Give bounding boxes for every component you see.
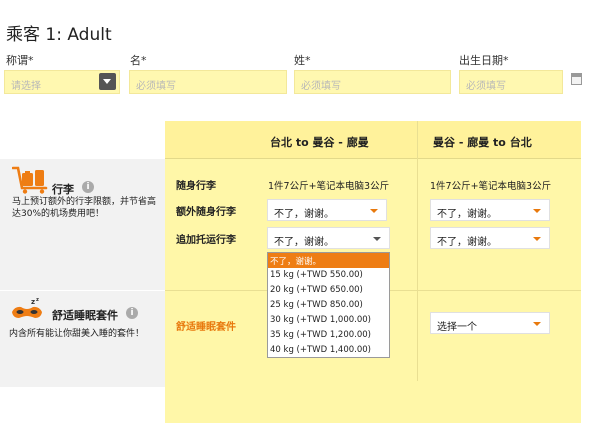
extra-carry-return-value: 不了，谢谢。: [437, 209, 497, 220]
comfort-kit-return-value: 选择一个: [437, 322, 477, 333]
carry-on-outbound: 1件7公斤+笔记本电脑3公斤: [268, 181, 390, 192]
chevron-down-icon: [533, 322, 541, 326]
dob-input[interactable]: 必须填写: [459, 70, 563, 94]
checked-bag-return-value: 不了，谢谢。: [437, 237, 497, 248]
last-name-placeholder: 必须填写: [301, 81, 341, 92]
chevron-down-icon: [533, 209, 541, 213]
extra-carry-outbound-value: 不了，谢谢。: [274, 209, 334, 220]
dropdown-option[interactable]: 不了，谢谢。: [268, 253, 389, 268]
first-name-placeholder: 必须填写: [136, 81, 176, 92]
comfort-kit-title: 舒适睡眠套件: [52, 309, 118, 322]
dropdown-option[interactable]: 20 kg (+TWD 650.00): [268, 283, 389, 298]
checked-bag-dropdown-list[interactable]: 不了，谢谢。 15 kg (+TWD 550.00) 20 kg (+TWD 6…: [267, 252, 390, 358]
comfort-kit-description: 内含所有能让你甜美入睡的套件！: [9, 329, 145, 339]
comfort-kit-row-label: 舒适睡眠套件: [176, 322, 236, 333]
first-name-label: 名*: [130, 54, 147, 67]
carry-on-label: 随身行李: [176, 181, 216, 192]
baggage-description: 马上预订额外的行李限额，并节省高达30%的机场费用吧！: [12, 197, 157, 219]
luggage-cart-icon: [11, 166, 48, 194]
extra-carry-return-select[interactable]: 不了，谢谢。: [430, 199, 550, 221]
dropdown-option[interactable]: 25 kg (+TWD 850.00): [268, 298, 389, 313]
column-divider: [417, 121, 418, 381]
sleep-mask-icon: z z: [11, 296, 43, 322]
chevron-down-icon: [373, 237, 381, 241]
category-divider: [0, 290, 165, 291]
last-name-input[interactable]: 必须填写: [294, 70, 451, 94]
calendar-icon[interactable]: [571, 73, 582, 85]
last-name-label: 姓*: [294, 54, 311, 67]
dob-placeholder: 必须填写: [466, 81, 506, 92]
chevron-down-icon: [370, 209, 378, 213]
checked-bag-label: 追加托运行李: [176, 235, 236, 246]
checked-bag-outbound-value: 不了，谢谢。: [274, 237, 334, 248]
baggage-title: 行李: [52, 183, 74, 196]
checked-bag-outbound-select[interactable]: 不了，谢谢。: [267, 227, 390, 249]
carry-on-return: 1件7公斤+笔记本电脑3公斤: [430, 181, 552, 192]
extra-carry-outbound-select[interactable]: 不了，谢谢。: [267, 199, 387, 221]
chevron-down-icon: [533, 237, 541, 241]
honorific-label: 称谓*: [6, 54, 34, 67]
return-column-header: 曼谷 - 廊曼 to 台北: [433, 136, 532, 149]
dropdown-option[interactable]: 30 kg (+TWD 1,000.00): [268, 313, 389, 328]
checked-bag-return-select[interactable]: 不了，谢谢。: [430, 227, 550, 249]
svg-text:z: z: [31, 298, 35, 306]
first-name-input[interactable]: 必须填写: [129, 70, 287, 94]
svg-text:z: z: [36, 297, 39, 303]
honorific-placeholder: 请选择: [11, 81, 41, 92]
extra-carry-label: 额外随身行李: [176, 207, 236, 218]
honorific-dropdown-icon[interactable]: [99, 73, 116, 90]
comfort-kit-return-select[interactable]: 选择一个: [430, 312, 550, 334]
dropdown-option[interactable]: 40 kg (+TWD 1,400.00): [268, 343, 389, 358]
dropdown-option[interactable]: 15 kg (+TWD 550.00): [268, 268, 389, 283]
dob-label: 出生日期*: [459, 54, 509, 67]
info-icon[interactable]: i: [82, 181, 94, 193]
outbound-column-header: 台北 to 曼谷 - 廊曼: [270, 136, 369, 149]
dropdown-option[interactable]: 35 kg (+TWD 1,200.00): [268, 328, 389, 343]
info-icon[interactable]: i: [126, 307, 138, 319]
page-title: 乘客 1: Adult: [6, 25, 112, 45]
